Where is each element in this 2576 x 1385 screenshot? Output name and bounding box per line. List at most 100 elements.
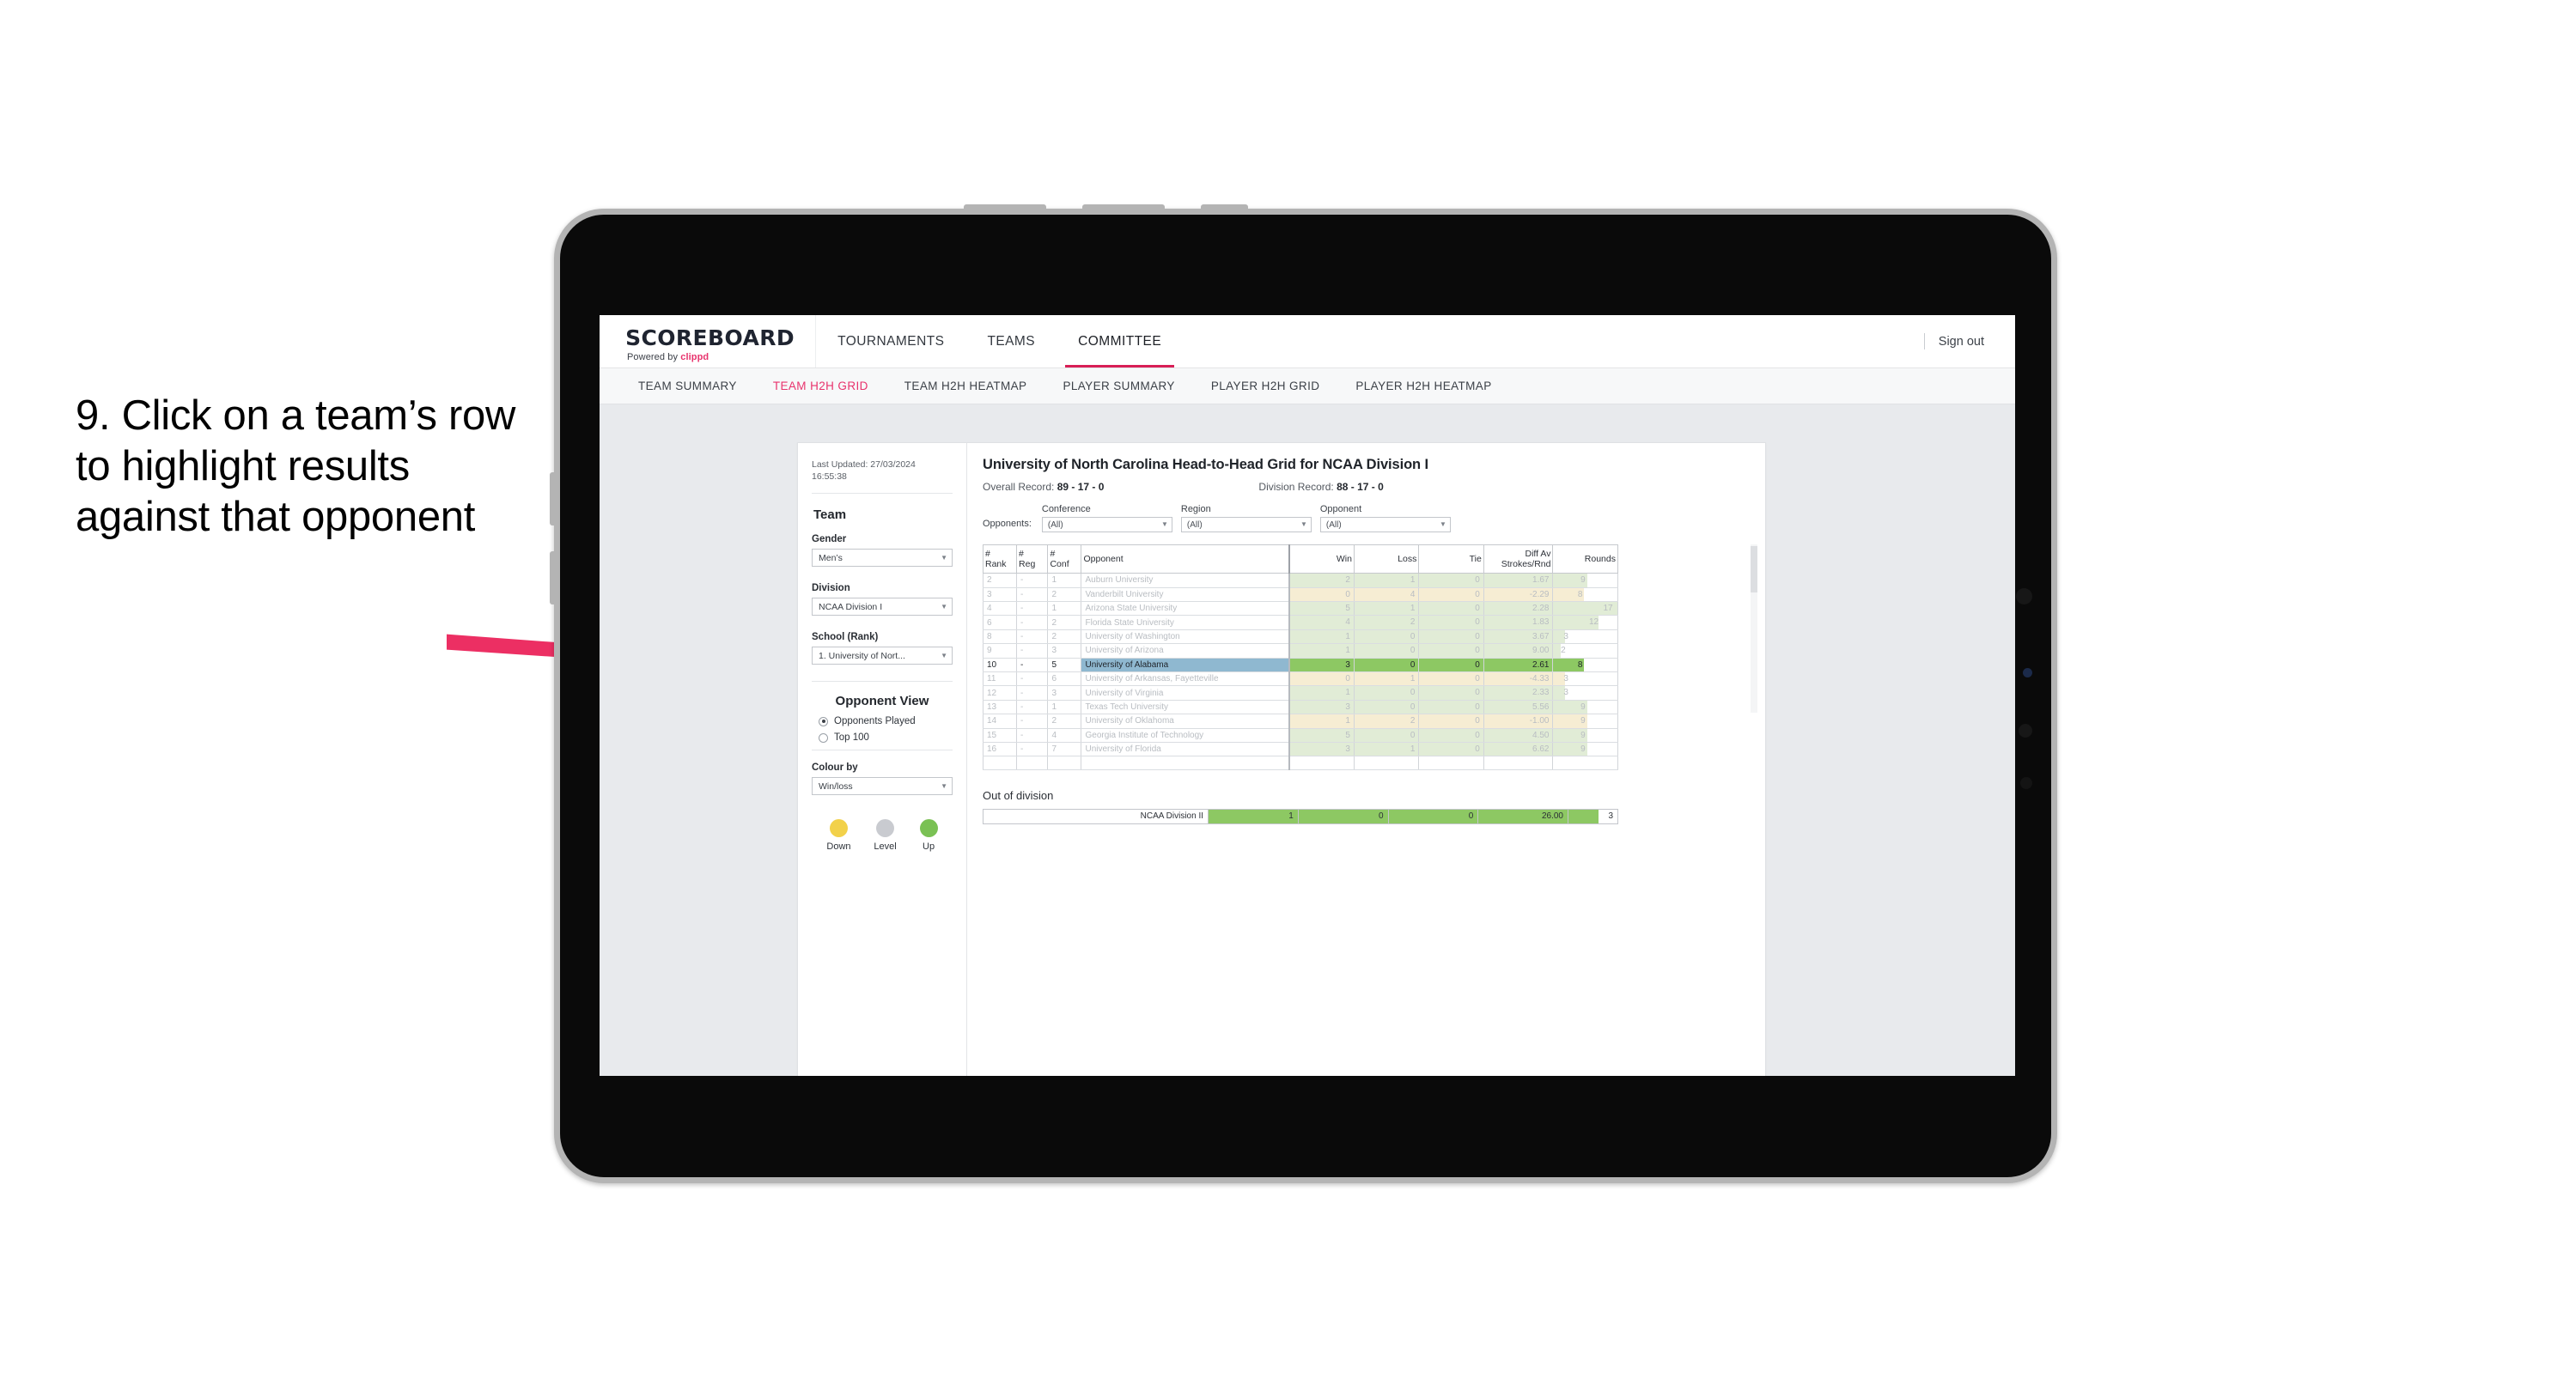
cell-opponent: Florida State University bbox=[1081, 615, 1290, 630]
division-select[interactable]: NCAA Division I ▼ bbox=[812, 598, 953, 617]
table-row[interactable]: 4-1 Arizona State University 5 1 0 2.28 17 bbox=[982, 601, 1618, 617]
tab-player-h2h-heatmap[interactable]: PLAYER H2H HEATMAP bbox=[1337, 380, 1509, 392]
col-header-rounds: Rounds bbox=[1552, 544, 1618, 574]
cell-rank: 2 bbox=[982, 573, 1018, 588]
tab-team-h2h-heatmap[interactable]: TEAM H2H HEATMAP bbox=[886, 380, 1045, 392]
nav-item-tournaments[interactable]: TOURNAMENTS bbox=[816, 315, 965, 368]
tab-team-h2h-grid[interactable]: TEAM H2H GRID bbox=[755, 380, 886, 392]
legend-item-down: Down bbox=[826, 819, 851, 853]
cell-reg: - bbox=[1016, 601, 1049, 617]
chevron-down-icon: ▼ bbox=[941, 602, 947, 610]
app-logo[interactable]: SCOREBOARD Powered by clippd bbox=[600, 315, 817, 368]
cell-rank: 13 bbox=[982, 700, 1018, 715]
cell-diff: 1.67 bbox=[1483, 573, 1554, 588]
table-row[interactable]: 3-2 Vanderbilt University 0 4 0 -2.29 8 bbox=[982, 587, 1618, 602]
cell-rounds: 17 bbox=[1552, 601, 1618, 617]
filler-cell bbox=[1418, 756, 1484, 770]
cell-rounds: 9 bbox=[1552, 728, 1618, 744]
overall-record-label: Overall Record: bbox=[983, 481, 1057, 493]
cell-conf: 1 bbox=[1047, 573, 1082, 588]
cell-diff: 6.62 bbox=[1483, 742, 1554, 757]
tab-team-summary[interactable]: TEAM SUMMARY bbox=[620, 380, 755, 392]
table-scrollbar-thumb[interactable] bbox=[1751, 546, 1757, 592]
radio-opponents-played[interactable]: Opponents Played bbox=[812, 716, 953, 726]
school-rank-select[interactable]: 1. University of Nort... ▼ bbox=[812, 647, 953, 665]
cell-diff: 4.50 bbox=[1483, 728, 1554, 744]
nav-item-committee[interactable]: COMMITTEE bbox=[1057, 315, 1183, 368]
table-row[interactable]: 6-2 Florida State University 4 2 0 1.83 12 bbox=[982, 615, 1618, 630]
cell-tie: 0 bbox=[1418, 615, 1484, 630]
cell-opponent: University of Arizona bbox=[1081, 643, 1290, 659]
legend-label-down: Down bbox=[826, 841, 851, 853]
filler-cell bbox=[1552, 756, 1618, 770]
cell-reg: - bbox=[1016, 685, 1049, 701]
cell-loss: 4 bbox=[1353, 587, 1420, 602]
cell-rank: 16 bbox=[982, 742, 1018, 757]
tab-player-h2h-grid[interactable]: PLAYER H2H GRID bbox=[1193, 380, 1338, 392]
table-row[interactable]: 2-1 Auburn University 2 1 0 1.67 9 bbox=[982, 573, 1618, 588]
col-header-tie: Tie bbox=[1418, 544, 1484, 574]
cell-conf: 4 bbox=[1047, 728, 1082, 744]
cell-win: 0 bbox=[1288, 587, 1355, 602]
cell-opponent: Arizona State University bbox=[1081, 601, 1290, 617]
col-header-conf-l2: Conf bbox=[1050, 559, 1069, 570]
opponent-filter-value: (All) bbox=[1325, 519, 1342, 530]
table-row[interactable]: NCAA Division II 1 0 0 26.00 3 bbox=[983, 808, 1618, 824]
cell-diff: 5.56 bbox=[1483, 700, 1554, 715]
device-button-top-1 bbox=[964, 204, 1046, 211]
cell-rank: 4 bbox=[982, 601, 1018, 617]
cell-opponent: University of Alabama bbox=[1081, 658, 1290, 672]
cell-conf: 2 bbox=[1047, 714, 1082, 729]
table-row[interactable]: 16-7 University of Florida 3 1 0 6.62 9 bbox=[982, 742, 1618, 757]
signout-area: Sign out bbox=[1923, 315, 2015, 368]
filler-cell bbox=[1047, 756, 1082, 770]
cell-loss: 0 bbox=[1353, 728, 1420, 744]
table-row[interactable]: 11-6 University of Arkansas, Fayetteville… bbox=[982, 671, 1618, 687]
chevron-down-icon: ▼ bbox=[941, 781, 947, 790]
legend-dot-level bbox=[876, 819, 895, 838]
table-row[interactable]: 15-4 Georgia Institute of Technology 5 0 0 4.… bbox=[982, 728, 1618, 744]
cell-loss: 1 bbox=[1353, 601, 1420, 617]
colour-by-select[interactable]: Win/loss ▼ bbox=[812, 777, 953, 796]
radio-top-100[interactable]: Top 100 bbox=[812, 732, 953, 743]
opponent-filters: Opponents: Conference (All) ▼ Region (Al… bbox=[983, 504, 1750, 532]
col-header-rank-l2: Rank bbox=[985, 559, 1007, 570]
opponent-filter-select[interactable]: (All) ▼ bbox=[1319, 517, 1451, 532]
cell-opponent: University of Oklahoma bbox=[1081, 714, 1290, 729]
table-row[interactable]: 9-3 University of Arizona 1 0 0 9.00 2 bbox=[982, 643, 1618, 659]
cell-rounds: 2 bbox=[1552, 643, 1618, 659]
ood-diff: 26.00 bbox=[1477, 808, 1568, 824]
signout-link[interactable]: Sign out bbox=[1939, 335, 1984, 349]
table-row[interactable]: 8-2 University of Washington 1 0 0 3.67 3 bbox=[982, 629, 1618, 645]
table-row[interactable]: 12-3 University of Virginia 1 0 0 2.33 3 bbox=[982, 685, 1618, 701]
chevron-down-icon: ▼ bbox=[1160, 520, 1168, 528]
tab-player-summary[interactable]: PLAYER SUMMARY bbox=[1044, 380, 1192, 392]
conference-filter-label: Conference bbox=[1041, 504, 1091, 514]
filler-cell bbox=[1288, 756, 1355, 770]
cell-tie: 0 bbox=[1418, 629, 1484, 645]
table-row[interactable]: 10-5 University of Alabama 3 0 0 2.61 8 bbox=[982, 658, 1618, 672]
legend-item-up: Up bbox=[919, 819, 938, 852]
cell-rounds: 8 bbox=[1552, 658, 1618, 672]
nav-item-teams[interactable]: TEAMS bbox=[965, 315, 1057, 368]
cell-win: 5 bbox=[1288, 601, 1355, 617]
region-filter-select[interactable]: (All) ▼ bbox=[1180, 517, 1312, 532]
cell-loss: 0 bbox=[1353, 685, 1420, 701]
cell-tie: 0 bbox=[1418, 714, 1484, 729]
gender-select[interactable]: Men’s ▼ bbox=[812, 549, 953, 568]
conference-filter-select[interactable]: (All) ▼ bbox=[1041, 517, 1172, 532]
logo-tagline: Powered by clippd bbox=[627, 352, 793, 362]
cell-tie: 0 bbox=[1418, 742, 1484, 757]
h2h-grid-table: # Rank # Reg # Conf Opponent Win Loss Ti… bbox=[982, 544, 1618, 770]
cell-win: 3 bbox=[1288, 742, 1355, 757]
cell-rank: 3 bbox=[982, 587, 1018, 602]
table-row[interactable]: 14-2 University of Oklahoma 1 2 0 -1.00 9 bbox=[982, 714, 1618, 729]
cell-opponent: University of Arkansas, Fayetteville bbox=[1081, 671, 1290, 687]
cell-conf: 2 bbox=[1047, 629, 1082, 645]
opponent-view-heading: Opponent View bbox=[835, 694, 929, 709]
table-row[interactable]: 13-1 Texas Tech University 3 0 0 5.56 9 bbox=[982, 700, 1618, 715]
conference-filter-value: (All) bbox=[1047, 519, 1063, 530]
cell-opponent: University of Virginia bbox=[1081, 685, 1290, 701]
cell-tie: 0 bbox=[1418, 601, 1484, 617]
cell-conf: 3 bbox=[1047, 685, 1082, 701]
